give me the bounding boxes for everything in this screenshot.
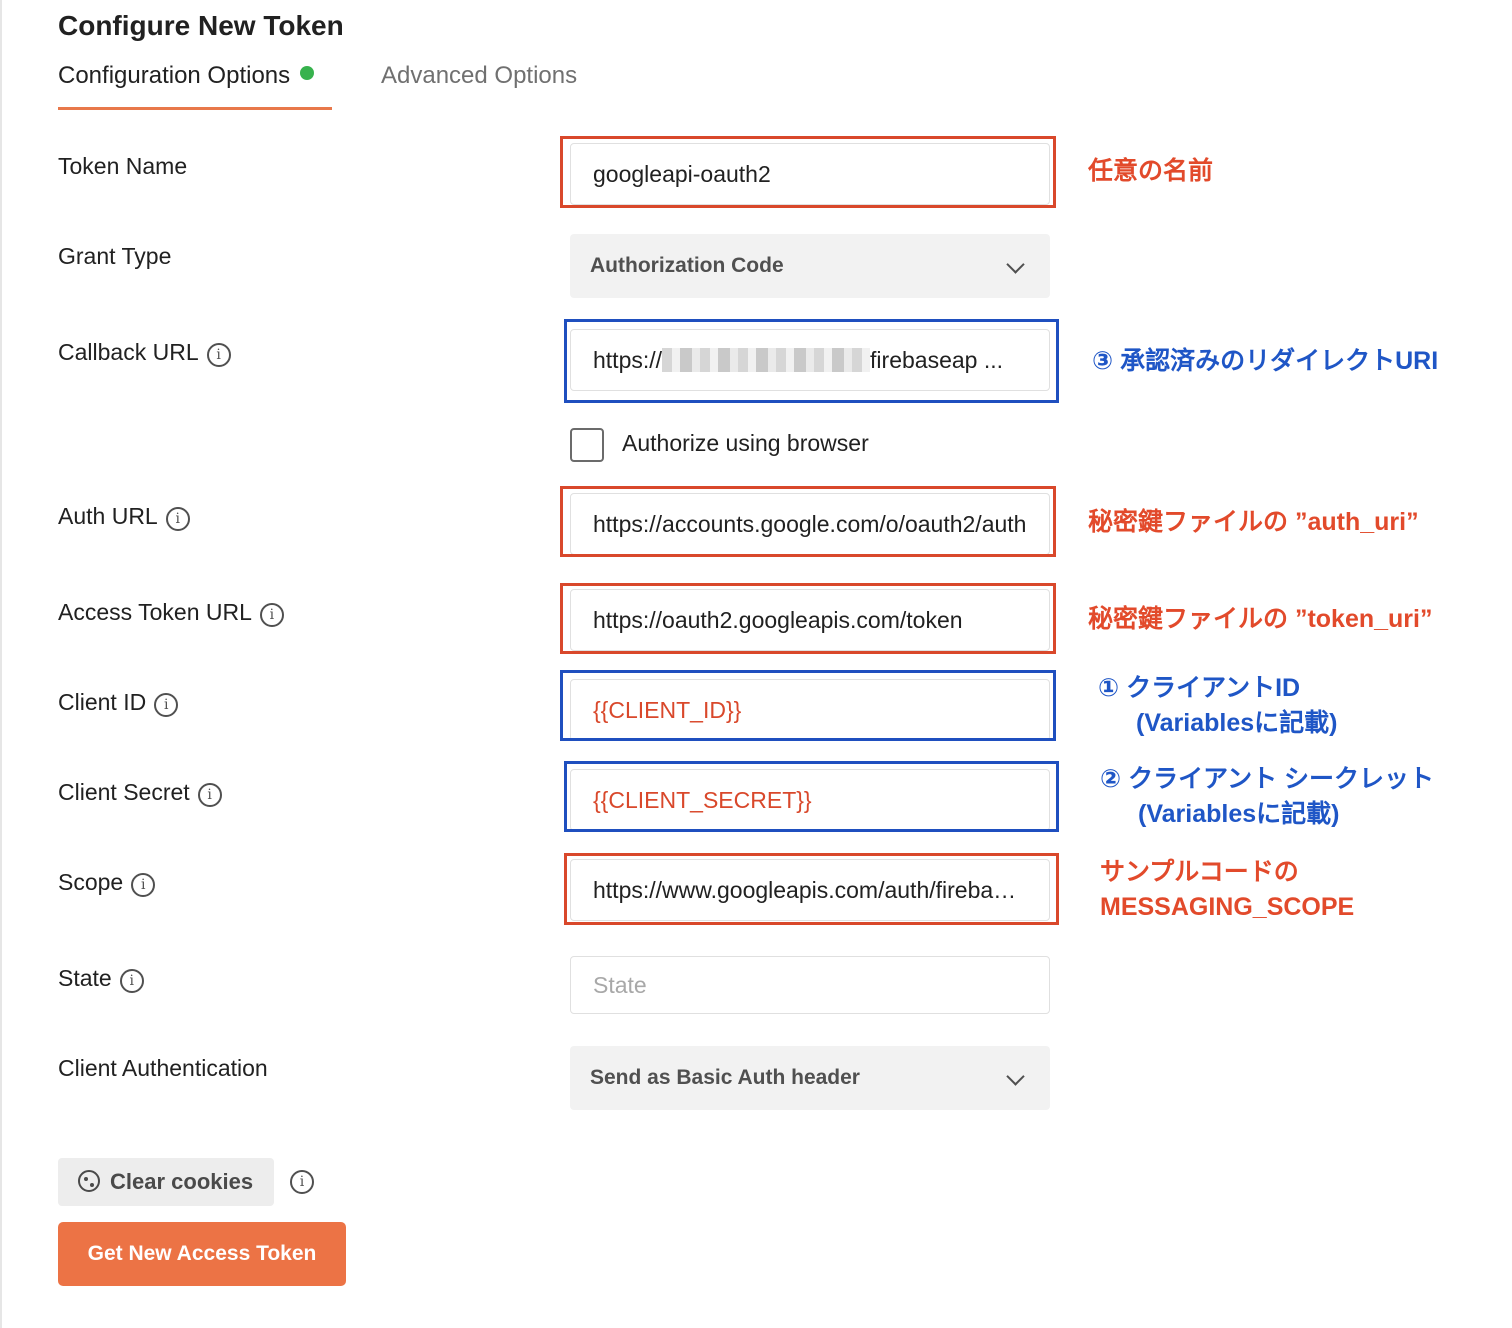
access-token-url-label-text: Access Token URL [58,599,252,625]
grant-type-select[interactable]: Authorization Code [570,234,1050,298]
grant-type-value: Authorization Code [590,254,784,277]
auth-url-label-text: Auth URL [58,503,158,529]
info-icon[interactable]: i [119,969,144,993]
info-icon[interactable]: i [290,1170,314,1194]
grant-type-label-text: Grant Type [58,243,172,269]
annotation-client-secret: ② クライアント シークレット [1100,765,1435,793]
highlight-scope [564,853,1059,925]
client-id-label: Client ID i [58,689,179,717]
annotation-client-id: ① クライアントID [1098,674,1301,702]
page-title: Configure New Token [58,10,344,41]
client-authentication-select[interactable]: Send as Basic Auth header [570,1046,1050,1110]
tab-configuration-label: Configuration Options [58,62,291,89]
client-id-label-text: Client ID [58,689,147,715]
state-label: State i [58,965,144,993]
token-name-label-text: Token Name [58,153,188,179]
active-tab-indicator [58,107,332,110]
annotation-scope: サンプルコードの [1100,858,1299,886]
client-authentication-value: Send as Basic Auth header [590,1066,860,1089]
authorize-browser-checkbox[interactable] [570,428,604,462]
token-name-label: Token Name [58,153,187,180]
clear-cookies-button[interactable]: Clear cookies [58,1158,274,1206]
callback-url-label-text: Callback URL [58,339,199,365]
callback-url-label: Callback URL i [58,339,231,367]
info-icon[interactable]: i [165,507,190,531]
highlight-auth-url [560,486,1056,557]
get-new-access-token-button[interactable]: Get New Access Token [58,1222,346,1286]
client-authentication-label-text: Client Authentication [58,1055,268,1081]
scope-label: Scope i [58,869,156,897]
chevron-down-icon [1006,255,1025,274]
grant-type-label: Grant Type [58,243,171,270]
authorize-browser-label: Authorize using browser [622,430,869,456]
cookie-icon [78,1170,100,1192]
highlight-client-secret [564,761,1059,832]
info-icon[interactable]: i [197,783,222,807]
annotation-client-id-sub: (Variablesに記載) [1136,709,1338,737]
access-token-url-label: Access Token URL i [58,599,284,627]
info-icon[interactable]: i [259,603,284,627]
annotation-client-secret-sub: (Variablesに記載) [1138,800,1340,828]
highlight-access-token-url [560,583,1056,654]
tab-configuration-options[interactable]: Configuration Options [58,62,315,90]
auth-url-label: Auth URL i [58,503,190,531]
highlight-callback-url [564,319,1059,403]
tab-advanced-options[interactable]: Advanced Options [381,62,577,90]
annotation-token-name: 任意の名前 [1088,157,1214,185]
client-secret-label: Client Secret i [58,779,222,807]
state-label-text: State [58,965,112,991]
highlight-client-id [560,670,1056,741]
annotation-access-token-url: 秘密鍵ファイルの ”token_uri” [1088,605,1433,633]
client-secret-label-text: Client Secret [58,779,190,805]
chevron-down-icon [1006,1067,1025,1086]
state-input[interactable]: State [570,956,1050,1014]
annotation-scope-sub: MESSAGING_SCOPE [1100,893,1355,921]
scope-label-text: Scope [58,869,124,895]
info-icon[interactable]: i [154,693,179,717]
left-border [0,0,2,1328]
info-icon[interactable]: i [131,873,156,897]
client-authentication-label: Client Authentication [58,1055,268,1082]
status-dot [300,66,315,80]
highlight-token-name [560,136,1056,208]
annotation-callback-url: ③ 承認済みのリダイレクトURI [1092,347,1439,375]
clear-cookies-label: Clear cookies [110,1169,254,1194]
info-icon[interactable]: i [206,343,231,367]
annotation-auth-url: 秘密鍵ファイルの ”auth_uri” [1088,508,1419,536]
